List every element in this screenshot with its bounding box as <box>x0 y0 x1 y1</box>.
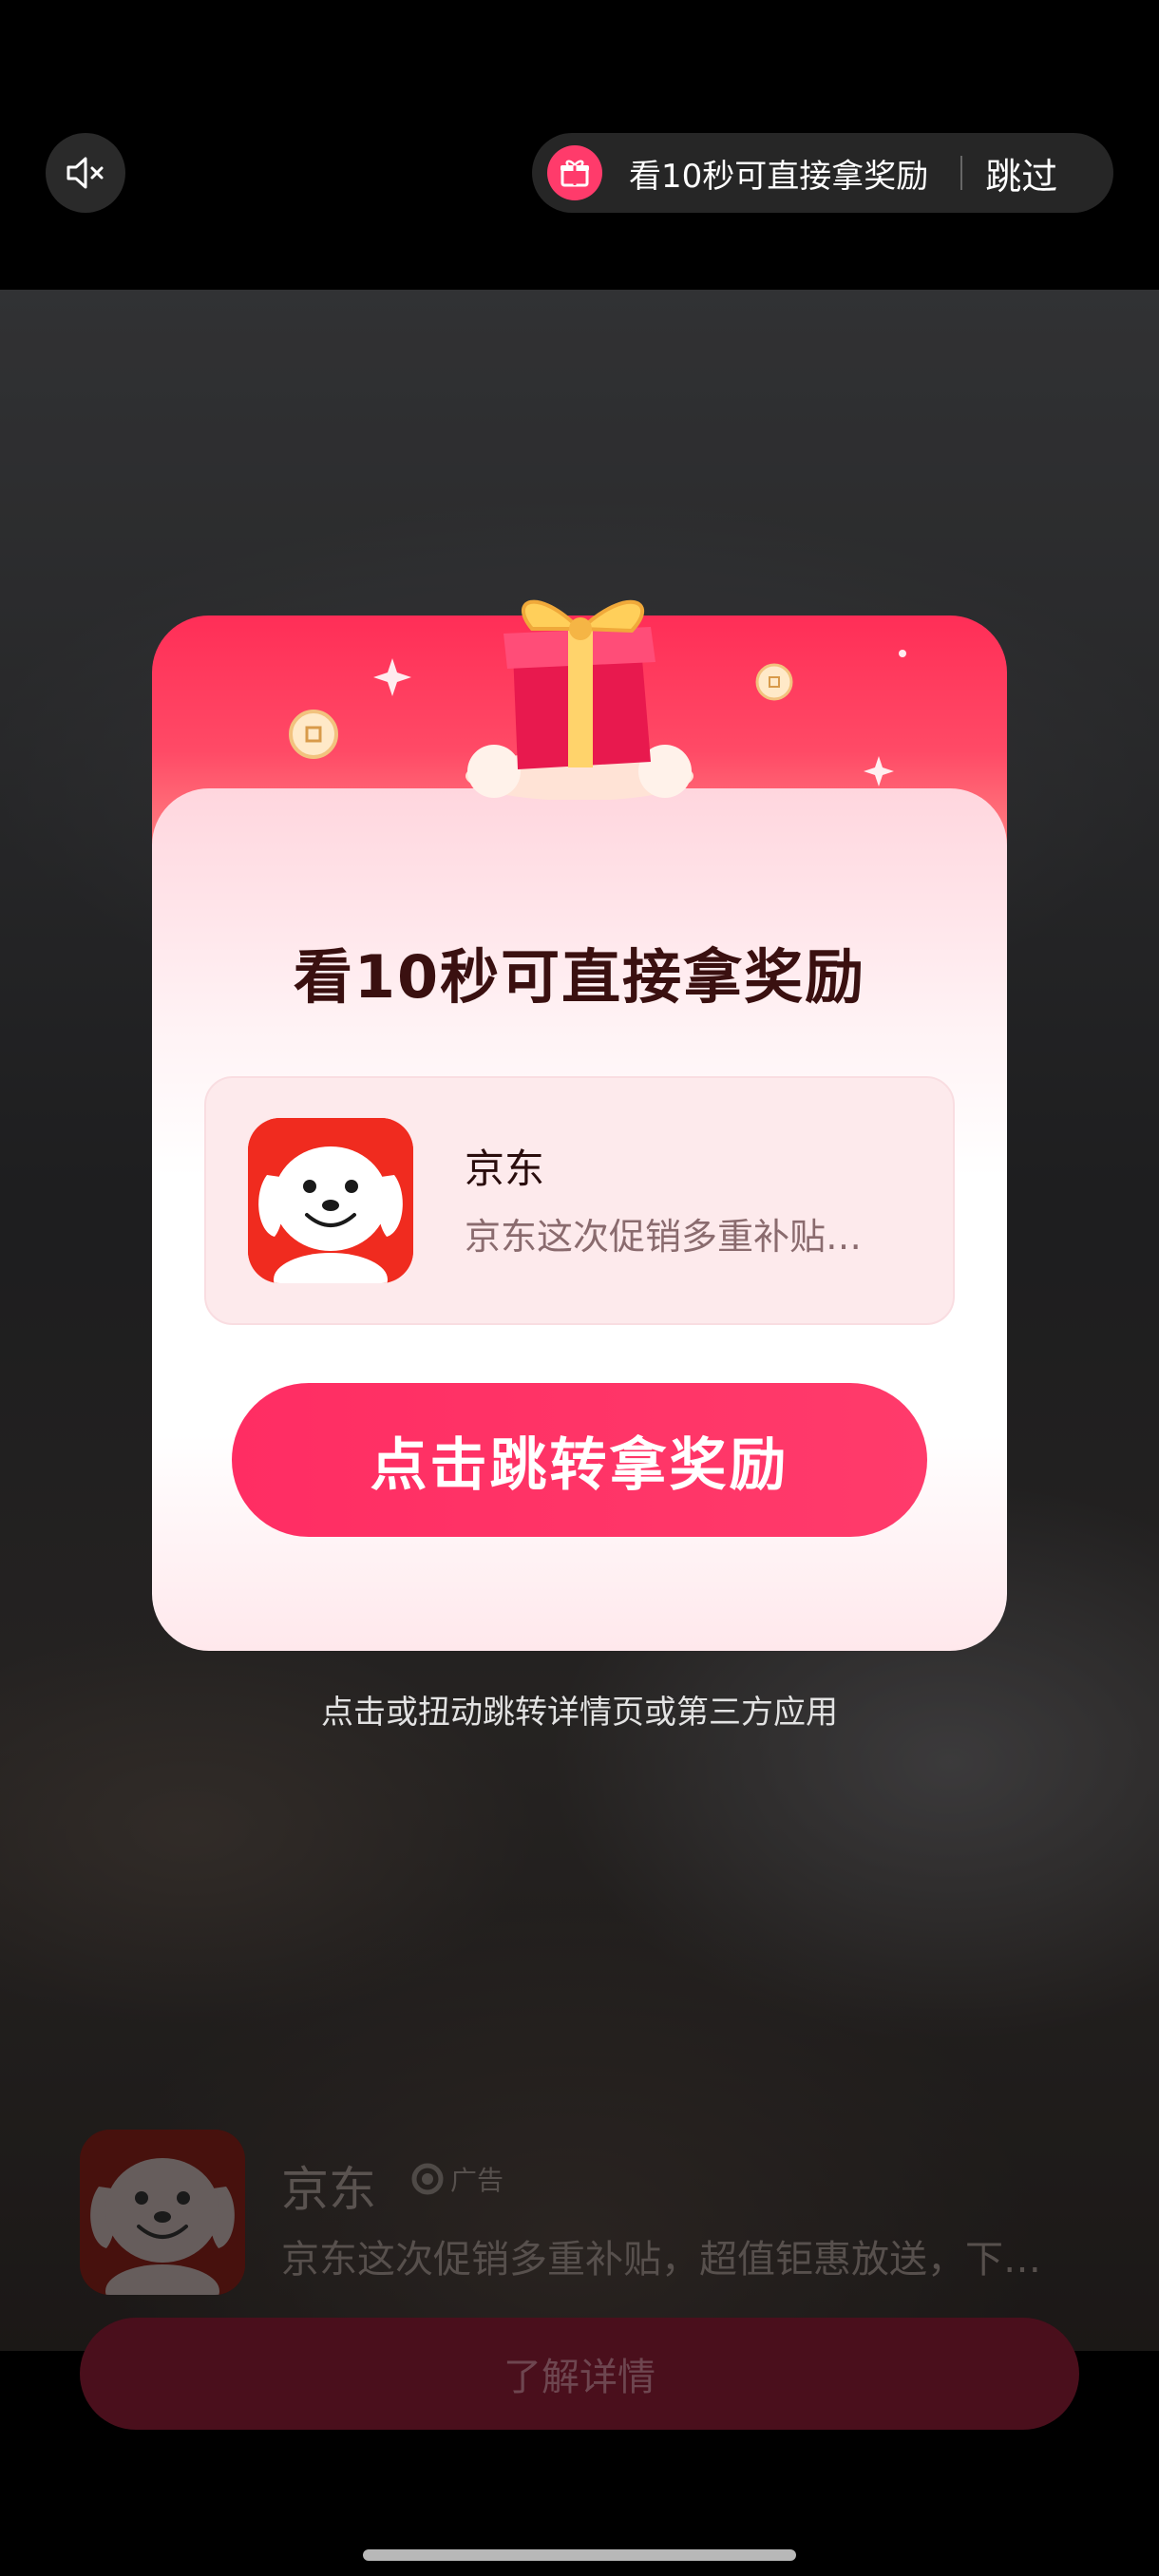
gift-box-icon <box>466 599 694 800</box>
jd-dog-logo-icon <box>248 1118 413 1283</box>
mute-button[interactable] <box>46 133 125 213</box>
ad-badge-icon <box>411 2163 444 2195</box>
app-name: 京东 <box>465 1146 545 1192</box>
ad-description: 京东这次促销多重补贴，超值钜惠放送，下… <box>281 2238 1041 2282</box>
reward-text: 看10秒可直接拿奖励 <box>629 157 929 196</box>
ad-app-name: 京东 <box>281 2162 376 2217</box>
modal-body: 看10秒可直接拿奖励 京东 京东这次促销多重补贴… 点击跳转拿奖励 <box>152 788 1007 1651</box>
interaction-hint: 点击或扭动跳转详情页或第三方应用 <box>321 1694 838 1732</box>
ad-badge-label: 广告 <box>450 2165 504 2196</box>
modal-title: 看10秒可直接拿奖励 <box>293 942 866 1012</box>
ad-app-icon[interactable] <box>80 2130 245 2295</box>
pill-divider <box>960 156 963 190</box>
skip-button[interactable]: 跳过 <box>985 147 1057 199</box>
claim-reward-button[interactable]: 点击跳转拿奖励 <box>232 1383 927 1537</box>
home-indicator[interactable] <box>363 2549 796 2561</box>
gift-icon <box>547 145 602 200</box>
reward-countdown-pill: 看10秒可直接拿奖励 跳过 <box>532 133 1113 213</box>
reward-modal: 看10秒可直接拿奖励 京东 京东这次促销多重补贴… 点击跳转拿奖励 <box>152 599 1007 1651</box>
app-info-card[interactable]: 京东 京东这次促销多重补贴… <box>204 1076 955 1325</box>
coin-icon <box>289 710 338 759</box>
ad-badge: 广告 <box>410 2160 504 2198</box>
app-description: 京东这次促销多重补贴… <box>465 1216 863 1258</box>
speaker-muted-icon <box>66 157 104 189</box>
learn-more-button[interactable]: 了解详情 <box>80 2318 1079 2430</box>
